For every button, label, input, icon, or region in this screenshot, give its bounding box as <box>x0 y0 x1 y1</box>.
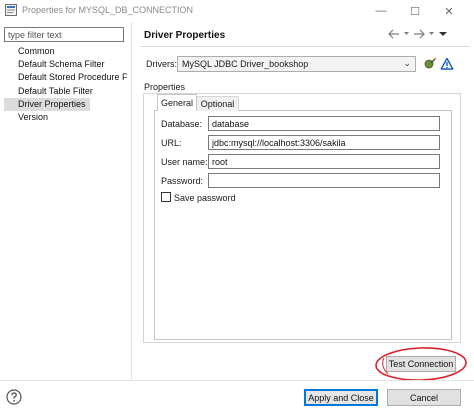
save-password-checkbox[interactable] <box>161 192 171 202</box>
highlight-oval-annotation <box>375 347 467 381</box>
nav-tree: Common Default Schema Filter Default Sto… <box>4 45 128 124</box>
help-icon[interactable] <box>6 389 22 405</box>
page-navigation <box>388 27 470 41</box>
nav-item-common[interactable]: Common <box>4 45 128 58</box>
footer-divider <box>0 380 474 381</box>
page-title: Driver Properties <box>144 30 226 41</box>
window-title: Properties for MYSQL_DB_CONNECTION <box>22 5 194 15</box>
nav-item-default-stored-procedure-filter[interactable]: Default Stored Procedure Fi <box>4 71 128 84</box>
apply-and-close-button[interactable]: Apply and Close <box>304 389 378 406</box>
user-name-field[interactable] <box>208 154 440 169</box>
tab-general[interactable]: General <box>157 94 197 111</box>
nav-item-default-schema-filter[interactable]: Default Schema Filter <box>4 58 128 71</box>
close-button[interactable]: ✕ <box>432 0 466 22</box>
nav-item-default-table-filter[interactable]: Default Table Filter <box>4 85 128 98</box>
edit-driver-icon[interactable] <box>423 57 437 71</box>
password-label: Password: <box>161 176 204 186</box>
view-menu-icon[interactable] <box>438 29 448 39</box>
url-label: URL: <box>161 138 182 148</box>
drivers-dropdown[interactable]: MySQL JDBC Driver_bookshop ⌄ <box>177 56 416 72</box>
cancel-button[interactable]: Cancel <box>387 389 461 406</box>
drivers-selected-value: MySQL JDBC Driver_bookshop <box>182 59 309 69</box>
save-password-label[interactable]: Save password <box>174 193 236 203</box>
driver-warning-icon[interactable] <box>440 57 454 71</box>
user-name-label: User name: <box>161 157 208 167</box>
header-divider <box>140 46 470 47</box>
maximize-button[interactable]: ☐ <box>398 0 432 22</box>
forward-arrow-icon[interactable] <box>413 29 425 39</box>
database-field[interactable] <box>208 116 440 131</box>
drivers-label: Drivers: <box>146 59 177 69</box>
url-field[interactable] <box>208 135 440 150</box>
tab-optional[interactable]: Optional <box>197 96 239 111</box>
chevron-down-icon: ⌄ <box>403 58 411 68</box>
pane-splitter[interactable] <box>131 22 132 380</box>
app-icon <box>5 4 17 16</box>
nav-item-version[interactable]: Version <box>4 111 128 124</box>
minimize-button[interactable]: — <box>364 0 398 22</box>
back-dropdown-icon[interactable] <box>403 29 410 39</box>
properties-group-label: Properties <box>144 82 186 92</box>
forward-dropdown-icon[interactable] <box>428 29 435 39</box>
nav-item-driver-properties[interactable]: Driver Properties <box>4 97 90 111</box>
filter-input[interactable] <box>4 27 124 42</box>
back-arrow-icon[interactable] <box>388 29 400 39</box>
database-label: Database: <box>161 119 203 129</box>
password-field[interactable] <box>208 173 440 188</box>
